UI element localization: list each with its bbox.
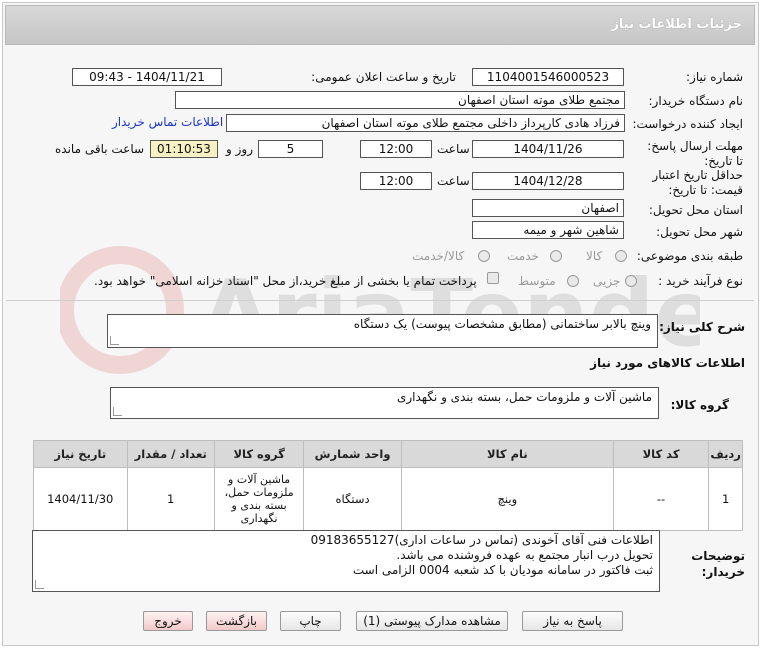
category-goods-radio[interactable] bbox=[615, 250, 627, 262]
cell-name: وینچ bbox=[400, 467, 614, 531]
buyer-notes-textarea[interactable]: اطلاعات فنی آقای آخوندی (تماس در ساعات ا… bbox=[32, 530, 660, 592]
description-label: شرح کلی نیاز: bbox=[659, 320, 745, 334]
table-row[interactable]: 1 -- وینچ دستگاه ماشین آلات و ملزومات حم… bbox=[33, 467, 743, 531]
delivery-province-field[interactable]: اصفهان bbox=[472, 199, 624, 217]
buyer-notes-line: اطلاعات فنی آقای آخوندی (تماس در ساعات ا… bbox=[310, 533, 653, 547]
cell-code: -- bbox=[612, 467, 710, 531]
need-number-label: شماره نیاز: bbox=[686, 70, 743, 84]
remaining-days-label: روز و bbox=[226, 142, 253, 156]
view-attachments-button[interactable]: مشاهده مدارک پیوستی (1) bbox=[356, 611, 508, 631]
price-validity-date[interactable]: 1404/12/28 bbox=[472, 172, 624, 190]
reply-button[interactable]: پاسخ به نیاز bbox=[522, 611, 623, 631]
col-group-header: گروه کالا bbox=[213, 440, 305, 468]
goods-section-title: اطلاعات کالاهای مورد نیاز bbox=[590, 356, 745, 370]
col-qty-header: تعداد / مقدار bbox=[126, 440, 215, 468]
delivery-city-label: شهر محل تحویل: bbox=[656, 225, 743, 239]
description-textarea[interactable]: وینچ بالابر ساختمانی (مطابق مشخصات پیوست… bbox=[107, 314, 658, 348]
resize-grip-icon[interactable] bbox=[35, 580, 44, 589]
print-button[interactable]: چاپ bbox=[280, 611, 341, 631]
process-partial-radio[interactable] bbox=[625, 275, 637, 287]
reply-deadline-time-label: ساعت bbox=[437, 142, 470, 156]
category-service-radio[interactable] bbox=[550, 250, 562, 262]
reply-deadline-label: مهلت ارسال پاسخ: تا تاریخ: bbox=[647, 139, 743, 168]
need-number-field[interactable]: 1104001546000523 bbox=[472, 68, 624, 86]
treasury-payment-label: پرداخت تمام یا بخشی از مبلغ خرید،از محل … bbox=[94, 274, 477, 288]
price-validity-time[interactable]: 12:00 bbox=[360, 172, 432, 190]
requester-field[interactable]: فرزاد هادی کارپرداز داخلی مجتمع طلای موت… bbox=[226, 114, 625, 132]
category-goods-service-label: کالا/خدمت bbox=[412, 249, 465, 263]
cell-qty: 1 bbox=[126, 467, 215, 531]
announce-date-label: تاریخ و ساعت اعلان عمومی: bbox=[311, 70, 456, 84]
page-title: جزئیات اطلاعات نیاز bbox=[611, 17, 742, 32]
category-label: طبقه بندی موضوعی: bbox=[636, 249, 743, 263]
items-table: ردیف کد کالا نام کالا واحد شمارش گروه کا… bbox=[33, 440, 743, 531]
buyer-org-label: نام دستگاه خریدار: bbox=[648, 94, 744, 108]
col-code-header: کد کالا bbox=[612, 440, 710, 468]
col-row-header: ردیف bbox=[708, 440, 743, 468]
category-goods-service-radio[interactable] bbox=[478, 250, 490, 262]
col-date-header: تاریخ نیاز bbox=[33, 440, 128, 468]
goods-group-textarea[interactable]: ماشین آلات و ملزومات حمل، بسته بندی و نگ… bbox=[110, 387, 659, 419]
requester-label: ایجاد کننده درخواست: bbox=[632, 117, 743, 131]
resize-grip-icon[interactable] bbox=[113, 407, 122, 416]
delivery-province-label: استان محل تحویل: bbox=[648, 203, 743, 217]
col-name-header: نام کالا bbox=[400, 440, 614, 468]
process-type-label: نوع فرآیند خرید : bbox=[658, 274, 743, 288]
cell-group: ماشین آلات و ملزومات حمل، بسته بندی و نگ… bbox=[213, 467, 305, 531]
treasury-payment-checkbox[interactable] bbox=[487, 272, 499, 284]
col-unit-header: واحد شمارش bbox=[303, 440, 402, 468]
remaining-time-label: ساعت باقی مانده bbox=[55, 142, 145, 156]
cell-unit: دستگاه bbox=[303, 467, 402, 531]
buyer-notes-line: تحویل درب انبار مجتمع به عهده فروشنده می… bbox=[396, 548, 653, 562]
delivery-city-field[interactable]: شاهین شهر و میمه bbox=[472, 221, 624, 239]
buyer-org-field[interactable]: مجتمع طلای موته استان اصفهان bbox=[175, 91, 625, 109]
description-text: وینچ بالابر ساختمانی (مطابق مشخصات پیوست… bbox=[353, 317, 651, 331]
watermark-ring bbox=[60, 246, 184, 374]
cell-date: 1404/11/30 bbox=[33, 467, 128, 531]
exit-button[interactable]: خروج bbox=[143, 611, 193, 631]
process-partial-label: جزیی bbox=[593, 274, 621, 288]
buyer-notes-line: ثبت فاکتور در سامانه مودیان با کد شعبه 0… bbox=[352, 563, 653, 577]
reply-deadline-time[interactable]: 12:00 bbox=[360, 140, 432, 158]
page-header: جزئیات اطلاعات نیاز bbox=[5, 5, 755, 45]
reply-deadline-date[interactable]: 1404/11/26 bbox=[472, 140, 624, 158]
remaining-days-field[interactable]: 5 bbox=[258, 140, 323, 158]
back-button[interactable]: بازگشت bbox=[206, 611, 267, 631]
buyer-notes-label: توضیحات خریدار: bbox=[691, 549, 745, 579]
price-validity-label: حداقل تاریخ اعتبار قیمت: تا تاریخ: bbox=[652, 168, 743, 197]
announce-date-field[interactable]: 1404/11/21 - 09:43 bbox=[72, 68, 222, 86]
buyer-contact-link[interactable]: اطلاعات تماس خریدار bbox=[112, 115, 223, 129]
category-service-label: خدمت bbox=[507, 249, 539, 263]
remaining-time-field: 01:10:53 bbox=[150, 140, 218, 158]
process-medium-label: متوسط bbox=[518, 274, 556, 288]
table-header-row: ردیف کد کالا نام کالا واحد شمارش گروه کا… bbox=[33, 440, 743, 468]
divider bbox=[6, 300, 754, 301]
price-validity-time-label: ساعت bbox=[437, 174, 470, 188]
category-goods-label: کالا bbox=[586, 249, 603, 263]
cell-row: 1 bbox=[708, 467, 743, 531]
goods-group-text: ماشین آلات و ملزومات حمل، بسته بندی و نگ… bbox=[396, 390, 652, 404]
goods-group-label: گروه کالا: bbox=[670, 398, 729, 412]
resize-grip-icon[interactable] bbox=[110, 336, 119, 345]
process-medium-radio[interactable] bbox=[567, 275, 579, 287]
